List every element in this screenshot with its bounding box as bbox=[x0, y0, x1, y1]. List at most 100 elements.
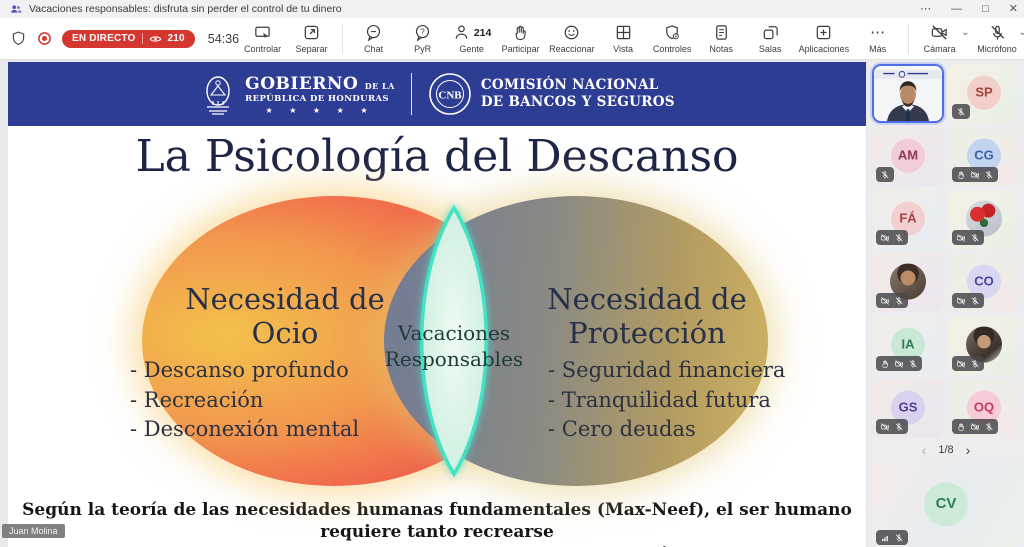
separar-button[interactable]: Separar bbox=[288, 21, 335, 56]
camara-label: Cámara bbox=[924, 44, 956, 54]
status-pill bbox=[952, 356, 984, 371]
mic-off-icon bbox=[970, 233, 980, 243]
controles-button[interactable]: Controles bbox=[649, 21, 696, 56]
reaccionar-button[interactable]: Reaccionar bbox=[546, 21, 598, 56]
participant-tile[interactable]: CG bbox=[948, 127, 1020, 186]
mic-off-icon bbox=[970, 296, 980, 306]
venn-right-items: - Seguridad financiera - Tranquilidad fu… bbox=[548, 356, 785, 445]
chat-icon bbox=[364, 23, 383, 42]
status-pill bbox=[876, 293, 908, 308]
view-grid-icon bbox=[614, 23, 633, 42]
shared-slide: GOBIERNO DE LA REPÚBLICA DE HONDURAS ★ ★… bbox=[8, 62, 866, 547]
participant-tile[interactable] bbox=[872, 253, 944, 312]
page-prev-icon[interactable]: ‹ bbox=[922, 442, 927, 458]
live-label: EN DIRECTO bbox=[72, 33, 136, 44]
mas-button[interactable]: ⋯ Más bbox=[854, 21, 901, 56]
mic-off-icon bbox=[956, 107, 966, 117]
self-participant-tile[interactable]: CV bbox=[872, 462, 1020, 547]
viewer-count: 210 bbox=[168, 33, 185, 44]
mic-off-icon bbox=[894, 296, 904, 306]
status-pill bbox=[876, 230, 908, 245]
status-pill bbox=[952, 293, 984, 308]
venn-left-items: - Descanso profundo - Recreación - Desco… bbox=[130, 356, 359, 445]
controlar-button[interactable]: Controlar bbox=[239, 21, 286, 56]
camera-off-icon bbox=[880, 422, 890, 432]
host-controls-icon bbox=[663, 23, 682, 42]
participant-tile[interactable] bbox=[948, 190, 1020, 249]
signal-strength-icon bbox=[880, 533, 890, 543]
svg-text:CNB: CNB bbox=[438, 90, 462, 102]
pyr-button[interactable]: PyR bbox=[399, 21, 446, 56]
speaker-video-feed bbox=[874, 66, 942, 121]
gente-button[interactable]: 214 Gente bbox=[448, 21, 495, 56]
aplicaciones-button[interactable]: Aplicaciones bbox=[796, 21, 853, 56]
chat-button[interactable]: Chat bbox=[350, 21, 397, 56]
venn-right-item: - Seguridad financiera bbox=[548, 356, 785, 386]
slide-footer-text: Según la teoría de las necesidades human… bbox=[8, 499, 866, 547]
participant-tile[interactable]: CO bbox=[948, 253, 1020, 312]
camara-button[interactable]: Cámara bbox=[916, 21, 963, 56]
notas-button[interactable]: Notas bbox=[698, 21, 745, 56]
gov-dela: DE LA bbox=[365, 81, 395, 91]
participant-tile[interactable]: OQ bbox=[948, 379, 1020, 438]
remote-control-icon bbox=[253, 23, 272, 42]
page-next-icon[interactable]: › bbox=[966, 442, 971, 458]
participant-tile[interactable]: GS bbox=[872, 379, 944, 438]
salas-button[interactable]: Salas bbox=[747, 21, 794, 56]
viewers-eye-icon bbox=[149, 34, 162, 44]
venn-left-item: - Descanso profundo bbox=[130, 356, 359, 386]
participant-tile[interactable]: SP bbox=[948, 64, 1020, 123]
slide-header-band: GOBIERNO DE LA REPÚBLICA DE HONDURAS ★ ★… bbox=[8, 62, 866, 126]
mic-off-icon bbox=[894, 533, 904, 543]
camera-off-icon bbox=[956, 233, 966, 243]
vista-button[interactable]: Vista bbox=[600, 21, 647, 56]
participar-button[interactable]: Participar bbox=[497, 21, 544, 56]
status-pill bbox=[876, 530, 908, 545]
mic-off-icon bbox=[984, 170, 994, 180]
badge-divider bbox=[142, 33, 143, 44]
avatar: SP bbox=[967, 75, 1001, 109]
mic-off-icon bbox=[894, 422, 904, 432]
more-ellipsis-icon: ⋯ bbox=[870, 23, 885, 42]
gente-label: Gente bbox=[459, 44, 484, 54]
mic-off-icon bbox=[970, 359, 980, 369]
window-close-icon[interactable]: ✕ bbox=[1009, 0, 1018, 18]
participant-tile[interactable]: IA bbox=[872, 316, 944, 375]
honduras-coat-of-arms-icon bbox=[199, 71, 237, 117]
venn-center-label: Vacaciones Responsables bbox=[378, 320, 530, 372]
camera-chevron-down-icon[interactable]: ⌄ bbox=[961, 27, 969, 38]
camera-off-icon bbox=[970, 422, 980, 432]
status-pill bbox=[876, 167, 894, 182]
raised-hand-icon bbox=[956, 170, 966, 180]
salas-label: Salas bbox=[759, 44, 782, 54]
record-icon[interactable] bbox=[36, 30, 53, 47]
cnbs-line1: COMISIÓN NACIONAL bbox=[481, 77, 675, 94]
participant-tile[interactable]: FÁ bbox=[872, 190, 944, 249]
venn-right-title: Necesidad de Protección bbox=[513, 282, 781, 350]
gov-sub: REPÚBLICA DE HONDURAS bbox=[245, 94, 395, 104]
camera-off-icon bbox=[880, 233, 890, 243]
gov-stars: ★ ★ ★ ★ ★ bbox=[245, 106, 395, 115]
camera-off-icon bbox=[956, 359, 966, 369]
reaction-smiley-icon bbox=[562, 23, 581, 42]
aplicaciones-label: Aplicaciones bbox=[799, 44, 850, 54]
window-minimize-icon[interactable]: — bbox=[951, 0, 962, 18]
window-maximize-icon[interactable]: □ bbox=[982, 0, 989, 18]
participant-tile-speaker-video[interactable] bbox=[872, 64, 944, 123]
avatar: CV bbox=[924, 482, 968, 526]
mic-chevron-down-icon[interactable]: ⌄ bbox=[1019, 27, 1024, 38]
chat-label: Chat bbox=[364, 44, 383, 54]
participant-tile[interactable]: AM bbox=[872, 127, 944, 186]
page-indicator: 1/8 bbox=[938, 444, 953, 456]
participant-tile[interactable] bbox=[948, 316, 1020, 375]
security-shield-icon[interactable] bbox=[10, 30, 27, 47]
camera-off-icon bbox=[970, 170, 980, 180]
elapsed-timer: 54:36 bbox=[208, 32, 239, 46]
header-divider bbox=[411, 73, 412, 115]
window-more-icon[interactable]: ⋯ bbox=[920, 0, 931, 18]
mic-off-icon bbox=[880, 170, 890, 180]
microfono-button[interactable]: Micrófono bbox=[974, 21, 1021, 56]
participants-sidebar: SP AM CG FÁ bbox=[868, 60, 1024, 547]
camera-off-icon bbox=[880, 296, 890, 306]
microfono-label: Micrófono bbox=[977, 44, 1017, 54]
